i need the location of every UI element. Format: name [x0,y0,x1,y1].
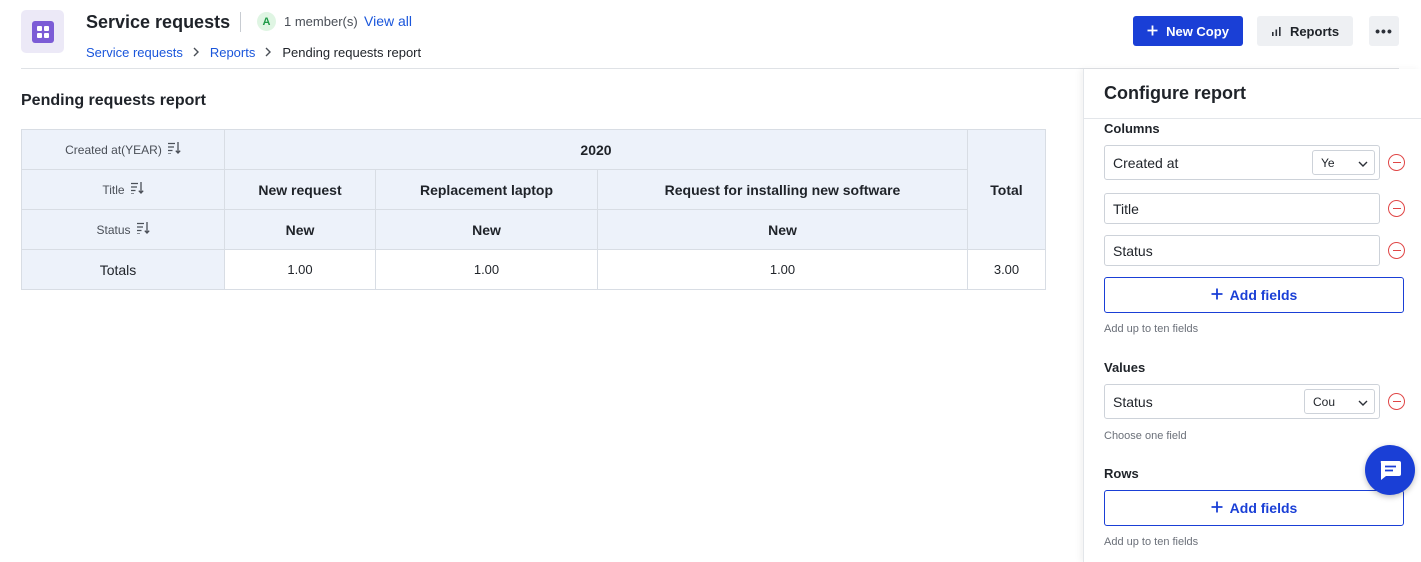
add-row-fields-button[interactable]: Add fields [1104,490,1404,526]
page-title: Service requests [86,12,231,32]
plus-icon [1147,24,1158,39]
field-label: Status [1113,393,1153,410]
remove-icon[interactable] [1388,200,1405,217]
table-cell: 1.00 [597,249,968,290]
new-copy-label: New Copy [1166,23,1229,39]
app-grid-icon [21,10,64,53]
column-field-status[interactable]: Status [1104,235,1380,266]
row-header-created-at[interactable]: Created at(YEAR) [21,129,225,170]
chat-icon[interactable] [1365,445,1415,495]
row-header-status[interactable]: Status [21,209,225,250]
columns-hint: Add up to ten fields [1104,323,1199,335]
add-column-fields-button[interactable]: Add fields [1104,277,1404,313]
column-header-title: New request [224,169,376,210]
column-header-status: New [224,209,376,250]
row-header-label: Created at(YEAR) [65,143,162,157]
breadcrumb-service-requests[interactable]: Service requests [86,45,183,60]
sort-icon[interactable] [167,142,181,157]
row-header-label: Title [102,183,125,197]
field-label: Created at [1113,154,1179,171]
table-cell: 1.00 [224,249,376,290]
table-row: Created at(YEAR) 2020 Total [21,129,1046,250]
member-count: 1 member(s) [284,14,358,29]
column-header-status: New [597,209,968,250]
select-value: Cou [1313,394,1336,409]
reports-label: Reports [1289,23,1340,39]
select-value: Ye [1321,155,1335,170]
column-header-total: Total [967,129,1046,250]
avatar[interactable]: A [257,12,276,31]
new-copy-button[interactable]: New Copy [1133,16,1243,46]
field-label: Status [1113,242,1153,259]
value-field-status[interactable]: Status Cou [1104,384,1380,419]
configure-report-panel: Configure report Columns Created at Ye T… [1083,69,1421,562]
values-section-label: Values [1104,360,1146,375]
row-header-title[interactable]: Title [21,169,225,210]
plus-icon [1211,287,1223,303]
breadcrumb-current: Pending requests report [282,45,422,60]
add-fields-label: Add fields [1229,287,1298,303]
column-aggregate-select[interactable]: Ye [1312,150,1375,175]
column-header-title: Request for installing new software [597,169,968,210]
reports-button[interactable]: Reports [1257,16,1353,46]
column-header-year: 2020 [224,129,968,170]
chevron-right-icon [193,46,200,60]
add-fields-label: Add fields [1229,500,1298,516]
totals-label: Totals [21,249,225,290]
chevron-down-icon [1358,395,1368,409]
remove-icon[interactable] [1388,242,1405,259]
more-icon[interactable]: ••• [1369,16,1399,46]
sort-icon[interactable] [136,222,150,237]
column-field-title[interactable]: Title [1104,193,1380,224]
rows-hint: Add up to ten fields [1104,536,1199,548]
column-header-status: New [375,209,598,250]
remove-icon[interactable] [1388,154,1405,171]
breadcrumb: Service requests Reports Pending request… [86,45,421,60]
grand-total-cell: 3.00 [967,249,1046,290]
breadcrumb-reports[interactable]: Reports [210,45,256,60]
panel-divider [1084,118,1421,119]
chevron-right-icon [265,46,272,60]
row-header-label: Status [96,223,131,237]
value-aggregate-select[interactable]: Cou [1304,389,1375,414]
title-divider [240,12,241,32]
column-field-created-at[interactable]: Created at Ye [1104,145,1380,180]
table-row: Status New New New [21,209,1046,250]
chevron-down-icon [1358,156,1368,170]
table-cell: 1.00 [375,249,598,290]
values-hint: Choose one field [1104,430,1187,442]
rows-section-label: Rows [1104,466,1139,481]
column-header-title: Replacement laptop [375,169,598,210]
field-label: Title [1113,200,1139,217]
report-title: Pending requests report [21,92,206,109]
pivot-table: Created at(YEAR) 2020 Total Title New re… [21,129,1046,290]
panel-title: Configure report [1104,83,1246,103]
columns-section-label: Columns [1104,121,1160,136]
table-row: Title New request Replacement laptop Req… [21,169,1046,210]
bar-chart-icon [1271,24,1282,39]
view-all-link[interactable]: View all [364,13,412,29]
table-row: Totals 1.00 1.00 1.00 3.00 [21,249,1046,290]
sort-icon[interactable] [130,182,144,197]
remove-icon[interactable] [1388,393,1405,410]
plus-icon [1211,500,1223,516]
